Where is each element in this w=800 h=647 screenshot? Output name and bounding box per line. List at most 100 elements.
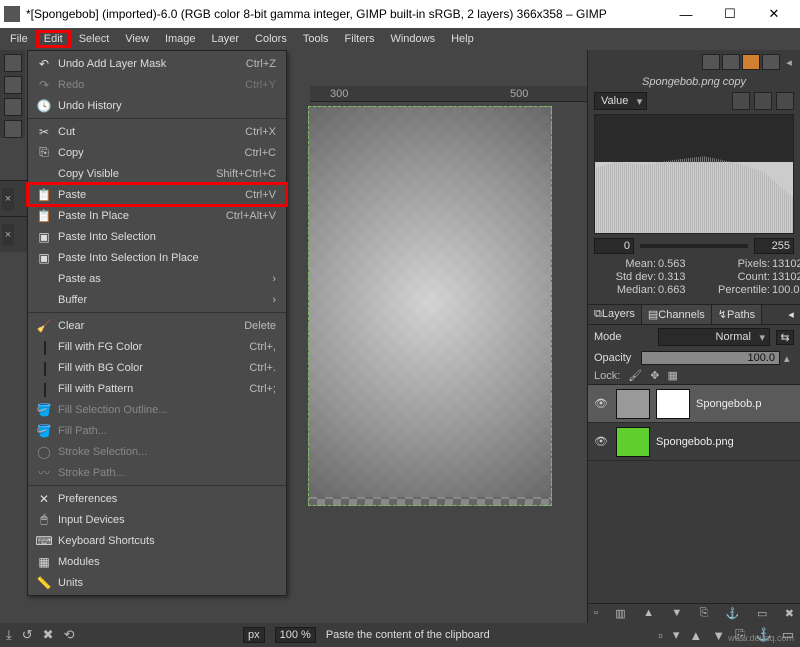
menu-item-units[interactable]: 📏Units [28, 572, 286, 593]
histo-rgb-button[interactable] [776, 92, 794, 110]
tool-3[interactable] [4, 98, 22, 116]
layer-row[interactable]: 👁 Spongebob.png [588, 423, 800, 461]
merge-down-button[interactable]: ⚓ [726, 607, 740, 620]
menu-help[interactable]: Help [443, 30, 482, 48]
menu-edit[interactable]: Edit [39, 33, 68, 45]
panel-menu-icon[interactable]: ◂ [782, 56, 796, 69]
left-dock: × × [0, 180, 28, 252]
reset-icon[interactable]: ⟲ [64, 627, 75, 643]
menu-item-fill-with-fg-color[interactable]: Fill with FG ColorCtrl+, [28, 336, 286, 357]
delete-icon[interactable]: ✖ [43, 627, 54, 643]
menu-item-fill-with-pattern[interactable]: Fill with PatternCtrl+; [28, 378, 286, 399]
dock-icon[interactable] [722, 54, 740, 70]
tool-2[interactable] [4, 76, 22, 94]
menu-select[interactable]: Select [71, 30, 118, 48]
duplicate-layer-button[interactable]: ⎘ [700, 607, 709, 620]
ruler-mark-500: 500 [510, 88, 528, 100]
close-icon[interactable]: × [2, 224, 14, 246]
mask-button[interactable]: ▭ [757, 607, 767, 620]
visibility-icon[interactable]: 👁 [592, 435, 610, 448]
close-button[interactable]: ✕ [752, 0, 796, 28]
close-icon[interactable]: × [2, 188, 14, 210]
delete-layer-button[interactable]: ✖ [785, 607, 794, 620]
opacity-stepper[interactable]: ▴ [784, 352, 794, 365]
menu-image[interactable]: Image [157, 30, 204, 48]
menu-windows[interactable]: Windows [382, 30, 443, 48]
tab-paths-label: Paths [727, 309, 755, 321]
menu-filters[interactable]: Filters [337, 30, 383, 48]
menu-item-keyboard-shortcuts[interactable]: ⌨Keyboard Shortcuts [28, 530, 286, 551]
tool-4[interactable] [4, 120, 22, 138]
menu-tools[interactable]: Tools [295, 30, 337, 48]
menu-item-fill-with-bg-color[interactable]: Fill with BG ColorCtrl+. [28, 357, 286, 378]
menu-item-preferences[interactable]: ✕Preferences [28, 488, 286, 509]
menu-file[interactable]: File [2, 30, 36, 48]
tab-channels[interactable]: ▤Channels [642, 305, 712, 324]
histo-linear-button[interactable] [732, 92, 750, 110]
mode-select[interactable]: Normal [658, 328, 770, 346]
menu-item-shortcut: Ctrl+, [249, 341, 280, 353]
layer-name[interactable]: Spongebob.p [696, 398, 796, 410]
tool-1[interactable] [4, 54, 22, 72]
visibility-icon[interactable]: 👁 [592, 397, 610, 410]
menu-item-paste[interactable]: 📋PasteCtrl+V [28, 184, 286, 205]
lock-pixels-icon[interactable]: 🖌 [628, 369, 642, 382]
tab-layers[interactable]: ⧉Layers [588, 305, 642, 324]
menu-item-undo-add-layer-mask[interactable]: ↶Undo Add Layer MaskCtrl+Z [28, 53, 286, 74]
opacity-slider[interactable]: 100.0 [641, 351, 780, 365]
layer-name[interactable]: Spongebob.png [656, 436, 796, 448]
canvas[interactable] [308, 106, 552, 506]
revert-icon[interactable]: ↺ [22, 627, 33, 643]
sb-icon-3[interactable]: ▲ [689, 628, 702, 643]
range-slider[interactable] [640, 244, 748, 248]
mode-switch-button[interactable]: ⇆ [776, 330, 794, 345]
menu-colors[interactable]: Colors [247, 30, 295, 48]
menu-item-undo-history[interactable]: 🕓Undo History [28, 95, 286, 116]
unit-select[interactable]: px [243, 627, 265, 643]
menu-item-label: Fill Selection Outline... [54, 404, 276, 416]
layer-row[interactable]: 👁 Spongebob.p [588, 385, 800, 423]
menu-item-cut[interactable]: ✂CutCtrl+X [28, 121, 286, 142]
menu-view[interactable]: View [117, 30, 157, 48]
menu-item-paste-into-selection-in-place[interactable]: ▣Paste Into Selection In Place [28, 247, 286, 268]
range-max[interactable]: 255 [754, 238, 794, 254]
layer-thumbnail [616, 389, 650, 419]
menu-item-buffer[interactable]: Buffer› [28, 289, 286, 310]
lock-alpha-icon[interactable]: ▦ [667, 369, 677, 382]
dock-icon[interactable] [702, 54, 720, 70]
lock-position-icon[interactable]: ✥ [650, 369, 659, 382]
zoom-select[interactable]: 100 % [275, 627, 316, 643]
tab-paths[interactable]: ↯Paths [712, 305, 762, 324]
dock-levels[interactable]: × [0, 180, 28, 216]
save-icon[interactable]: ⤓ [6, 627, 12, 643]
maximize-button[interactable]: ☐ [708, 0, 752, 28]
menu-item-paste-in-place[interactable]: 📋Paste In PlaceCtrl+Alt+V [28, 205, 286, 226]
font-icon[interactable] [742, 54, 760, 70]
new-layer-button[interactable]: ▫ [594, 607, 598, 620]
menu-layer[interactable]: Layer [204, 30, 248, 48]
sb-icon-4[interactable]: ▼ [712, 628, 725, 643]
menu-item-icon: ✂ [34, 125, 54, 139]
history-icon[interactable] [762, 54, 780, 70]
menu-item-shortcut: Ctrl+Y [245, 79, 280, 91]
menu-item-paste-as[interactable]: Paste as› [28, 268, 286, 289]
menu-item-paste-into-selection[interactable]: ▣Paste Into Selection [28, 226, 286, 247]
histo-log-button[interactable] [754, 92, 772, 110]
menu-item-icon: 🖱 [34, 512, 54, 527]
menu-item-copy-visible[interactable]: Copy VisibleShift+Ctrl+C [28, 163, 286, 184]
tab-menu-icon[interactable]: ◂ [782, 305, 800, 324]
menu-item-clear[interactable]: 🧹ClearDelete [28, 315, 286, 336]
minimize-button[interactable]: — [664, 0, 708, 28]
menu-item-input-devices[interactable]: 🖱Input Devices [28, 509, 286, 530]
raise-layer-button[interactable]: ▲ [643, 607, 654, 620]
dock-range[interactable]: × [0, 216, 28, 252]
menu-item-copy[interactable]: ⎘CopyCtrl+C [28, 142, 286, 163]
menu-item-label: Buffer [54, 294, 272, 306]
menu-item-modules[interactable]: ▦Modules [28, 551, 286, 572]
channel-select[interactable]: Value [594, 92, 647, 110]
sb-icon-2[interactable]: ▾ [673, 627, 680, 643]
sb-icon-1[interactable]: ▫ [658, 628, 663, 643]
range-min[interactable]: 0 [594, 238, 634, 254]
layer-group-button[interactable]: ▥ [615, 607, 625, 620]
lower-layer-button[interactable]: ▼ [671, 607, 682, 620]
